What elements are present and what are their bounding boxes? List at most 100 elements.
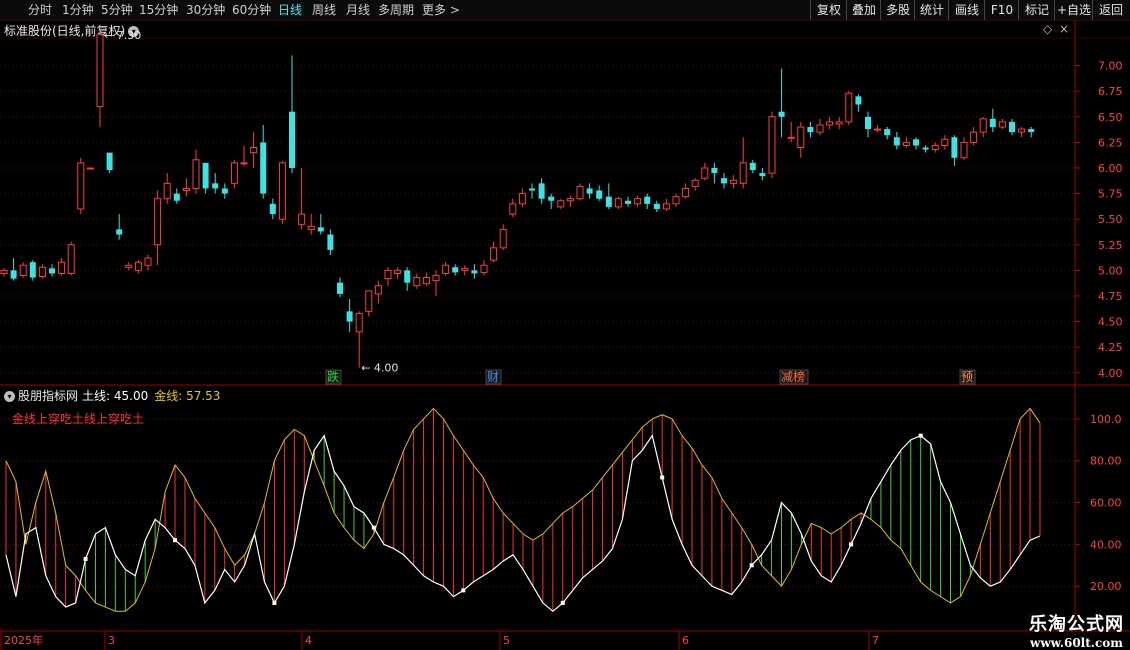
candle-body-up <box>278 162 286 220</box>
candle-body-up <box>461 267 469 271</box>
candle-body-up <box>58 261 66 274</box>
candle-body-down <box>548 196 555 201</box>
candle-body-up <box>797 126 805 149</box>
candle-body-down <box>884 129 891 136</box>
candle-body-up <box>490 247 498 261</box>
candle-body-up <box>355 312 363 333</box>
candle-body-up <box>182 187 190 192</box>
candle-body-up <box>480 264 488 273</box>
y-tick-label: 6.75 <box>1098 85 1123 98</box>
candle-body-up <box>634 198 642 205</box>
candle-body-down <box>759 173 766 177</box>
candle-body-down <box>346 311 353 322</box>
kline-chart[interactable]: 7.00 6.75 6.50 6.25 6.00 5.75 5.50 5.25 5.00 4.75… <box>0 0 1130 650</box>
candle-body-down <box>644 196 651 204</box>
candle-body-up <box>576 185 584 200</box>
y-tick-label: 4.00 <box>1098 367 1123 380</box>
date-label: 4 <box>305 634 312 647</box>
indicator-name: 股朋指标网 <box>18 389 79 403</box>
watermark-line2: www.60lt.com <box>1030 636 1123 650</box>
candle-body-up <box>307 225 315 230</box>
candle-body-up <box>230 162 238 184</box>
candle-body-up <box>19 264 27 276</box>
candle-body-down <box>893 137 900 146</box>
candle-body-up <box>816 124 824 133</box>
tu-marker <box>660 475 665 480</box>
candle-body-down <box>721 178 727 184</box>
y-tick-label: 5.75 <box>1098 188 1123 201</box>
candle-body-down <box>29 262 36 278</box>
candle-body-down <box>106 152 113 171</box>
candle-body-up <box>422 277 430 285</box>
candle-body-up <box>518 193 526 205</box>
candle-body-up <box>739 162 747 184</box>
ind-tick-label: 60.00 <box>1090 497 1122 510</box>
candle-body-up <box>154 198 162 246</box>
tu-marker <box>849 542 854 547</box>
candle-body-down <box>865 116 871 130</box>
candle-body-down <box>529 188 535 191</box>
candle-body-down <box>289 111 295 168</box>
ind-tick-label: 100.0 <box>1090 413 1122 426</box>
candle-body-down <box>269 203 276 215</box>
y-tick-label: 7.00 <box>1098 60 1123 73</box>
candle-body-up <box>240 162 248 165</box>
candle-body-down <box>989 118 996 128</box>
candle-body-down <box>538 183 545 199</box>
candle-body-down <box>116 229 123 235</box>
ind-tick-label: 40.00 <box>1090 538 1122 551</box>
tu-marker <box>918 433 923 438</box>
y-tick-label: 6.00 <box>1098 162 1123 175</box>
tu-line <box>5 434 1041 613</box>
candle-body-down <box>452 267 459 273</box>
tu-marker <box>461 588 466 593</box>
candle-body-up <box>442 264 450 274</box>
candle-body-down <box>49 268 55 274</box>
candle-body-down <box>653 203 660 209</box>
watermark-line1: 乐淘公式网 <box>1029 614 1124 635</box>
candle-body-up <box>394 269 402 274</box>
event-marker: 预 <box>961 370 973 384</box>
chevron-down-icon[interactable]: ▾ <box>4 391 15 402</box>
event-marker: 减榜 <box>781 369 805 384</box>
indicator-annotation: 金线上穿吃土线上穿吃土 <box>12 412 145 426</box>
candle-body-up <box>432 274 440 282</box>
candle-body-up <box>768 116 776 174</box>
candle-body-down <box>855 96 862 105</box>
tu-line-value: 土线: 45.00 <box>82 389 149 403</box>
candle-body-up <box>557 200 565 208</box>
candle-body-down <box>471 270 478 274</box>
candle-body-up <box>566 198 574 202</box>
ind-tick-label: 20.00 <box>1090 580 1122 593</box>
candle-body-down <box>1009 121 1015 133</box>
candle-body-up <box>826 121 834 126</box>
candle-body-up <box>691 179 699 187</box>
candle-body-down <box>922 147 929 150</box>
candle-body-down <box>202 162 209 189</box>
candle-body-down <box>807 127 814 133</box>
candle-body-up <box>0 269 8 274</box>
tu-marker <box>83 557 88 561</box>
candle-body-down <box>586 188 593 194</box>
candle-body-up <box>730 179 738 184</box>
candle-body-up <box>1018 128 1026 133</box>
candle-body-down <box>1028 129 1035 133</box>
candle-body-down <box>605 196 612 207</box>
y-tick-label: 5.00 <box>1098 264 1123 277</box>
candle-body-down <box>10 270 17 279</box>
date-label: 6 <box>682 634 689 647</box>
candle-body-up <box>614 198 622 208</box>
candle-body-up <box>960 141 968 159</box>
tu-marker <box>560 600 565 605</box>
tu-marker <box>272 600 277 605</box>
date-label: 2025年 <box>4 633 43 647</box>
event-marker: 财 <box>487 370 499 384</box>
candle-body-up <box>413 277 421 287</box>
candle-body-down <box>173 193 180 201</box>
y-tick-label: 4.50 <box>1098 316 1123 329</box>
date-label: 5 <box>503 634 510 647</box>
indicator-title[interactable]: ▾ 股朋指标网 土线: 45.00 金线: 57.53 <box>4 387 226 404</box>
candle-body-up <box>845 92 853 123</box>
jin-line-value: 金线: 57.53 <box>154 389 221 403</box>
watermark: 乐淘公式网 www.60lt.com <box>1029 610 1124 650</box>
